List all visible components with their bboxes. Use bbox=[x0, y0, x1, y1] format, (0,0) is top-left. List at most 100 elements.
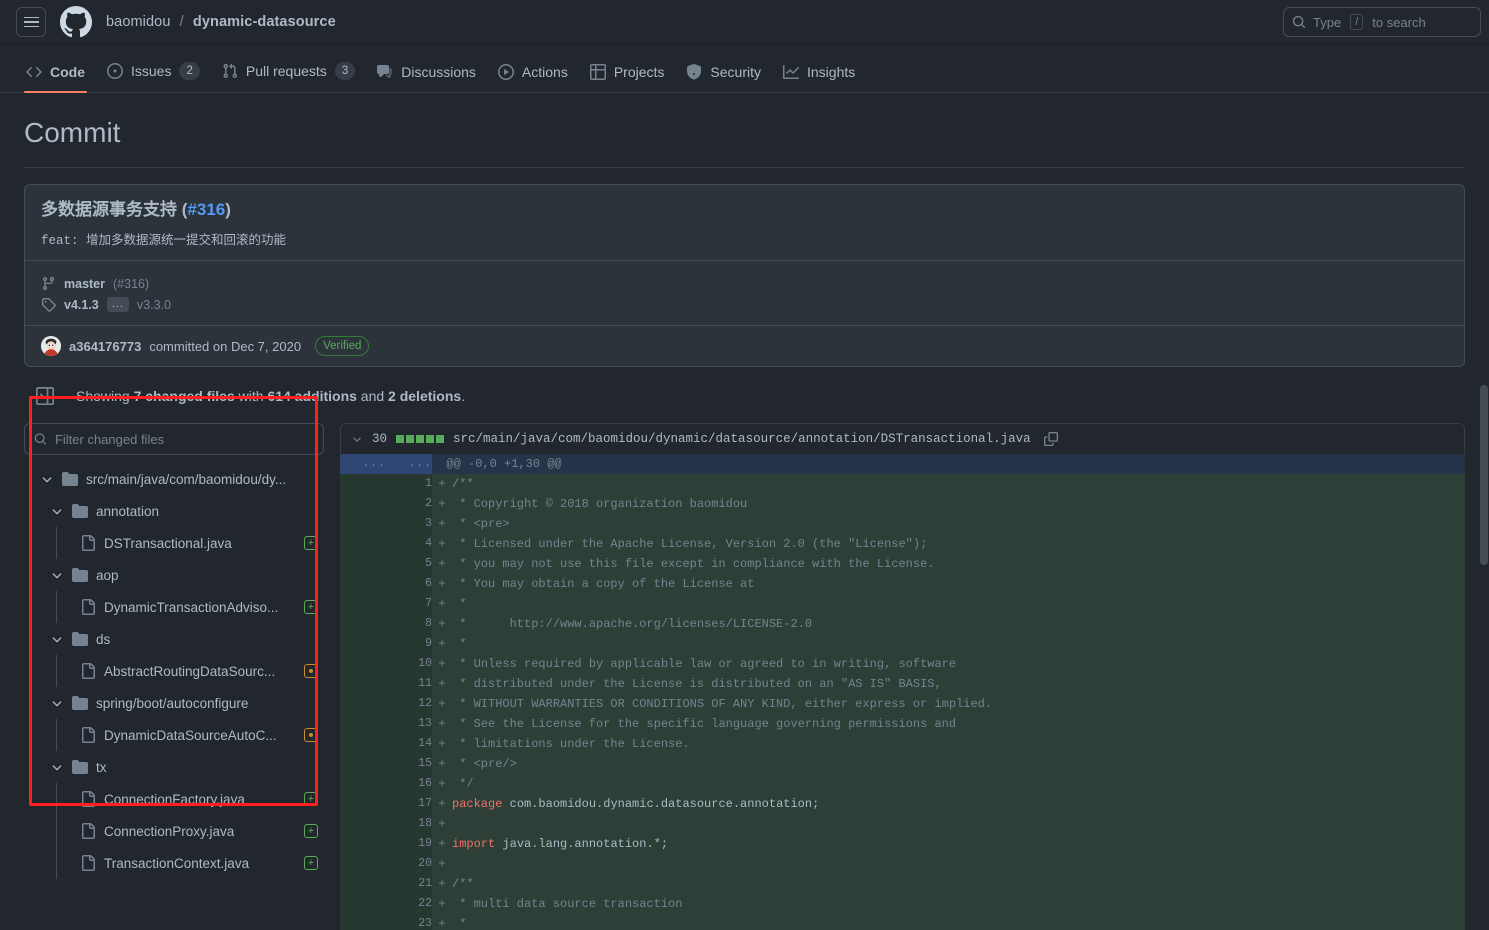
code-text: * limitations under the License. bbox=[452, 737, 690, 752]
commit-title: 多数据源事务支持 (#316) bbox=[41, 200, 231, 219]
code-text: * you may not use this file except in co… bbox=[452, 557, 935, 572]
diff-line: 7 + * bbox=[340, 594, 1465, 615]
code-text: * bbox=[452, 637, 467, 652]
tab-insights[interactable]: Insights bbox=[773, 64, 865, 92]
tree-guide-line bbox=[56, 655, 57, 688]
diff-line: 16 + */ bbox=[340, 774, 1465, 795]
tab-insights-label: Insights bbox=[807, 64, 856, 80]
diff-line-content: + * Copyright © 2018 organization baomid… bbox=[432, 494, 1465, 515]
diff-line-content: + * bbox=[432, 634, 1465, 655]
tree-folder-annotation[interactable]: annotation bbox=[24, 495, 324, 527]
status-badge[interactable]: Verified bbox=[315, 336, 370, 357]
tab-security[interactable]: Security bbox=[676, 64, 771, 92]
commit-refs: master (#316) v4.1.3 ... v3.3.0 bbox=[25, 260, 1464, 325]
diff-line-number-old bbox=[340, 754, 386, 775]
tree-file-transactioncontext[interactable]: TransactionContext.java + bbox=[24, 847, 324, 880]
hunk-gutter-right: ... bbox=[386, 454, 432, 475]
scrollbar-thumb[interactable] bbox=[1480, 385, 1488, 565]
tree-file-connectionfactory[interactable]: ConnectionFactory.java + bbox=[24, 783, 324, 816]
tree-guide-line bbox=[56, 591, 57, 624]
diff-line-number-old bbox=[340, 714, 386, 735]
diff-line-content: + * WITHOUT WARRANTIES OR CONDITIONS OF … bbox=[432, 694, 1465, 715]
tree-file-dynamicdatasourceautoconfiguration[interactable]: DynamicDataSourceAutoC... bbox=[24, 719, 324, 752]
code-text: * bbox=[452, 917, 467, 930]
diff-stats-text: Showing 7 changed files with 614 additio… bbox=[76, 388, 465, 404]
tree-folder-spring-boot-autoconfigure[interactable]: spring/boot/autoconfigure bbox=[24, 687, 324, 719]
diff-line-number-new: 12 bbox=[386, 694, 432, 715]
diff-line-content: + * <pre/> bbox=[432, 754, 1465, 775]
tree-folder-aop[interactable]: aop bbox=[24, 559, 324, 591]
diff-line-number-new: 20 bbox=[386, 854, 432, 875]
diff-file-path[interactable]: src/main/java/com/baomidou/dynamic/datas… bbox=[453, 432, 1031, 446]
git-pull-request-icon bbox=[223, 63, 237, 79]
copy-icon[interactable] bbox=[1043, 432, 1058, 447]
filter-input[interactable] bbox=[54, 431, 314, 447]
tree-folder-ds[interactable]: ds bbox=[24, 623, 324, 655]
diff-line-marker: + bbox=[438, 877, 446, 892]
search-input[interactable]: Type / to search bbox=[1283, 7, 1481, 37]
tab-pull-requests[interactable]: Pull requests 3 bbox=[212, 62, 365, 92]
tree-file-abstractroutingdatasource[interactable]: AbstractRoutingDataSourc... bbox=[24, 655, 324, 688]
diff-line-content: + * distributed under the License is dis… bbox=[432, 674, 1465, 695]
status-modified-icon bbox=[304, 728, 318, 743]
commit-tag-latest[interactable]: v4.1.3 bbox=[64, 298, 99, 312]
breadcrumb-repo[interactable]: dynamic-datasource bbox=[193, 14, 336, 30]
deletions-count: 2 deletions bbox=[388, 388, 462, 405]
repository-nav: Code Issues 2 Pull requests 3 Discussion… bbox=[0, 45, 1489, 93]
diff-line-number-new: 7 bbox=[386, 594, 432, 615]
diff-line-marker: + bbox=[438, 717, 446, 732]
file-tree-panel: src/main/java/com/baomidou/dy... annotat… bbox=[24, 423, 324, 880]
commit-title-text: 多数据源事务支持 bbox=[41, 200, 177, 219]
tree-file-dynamictransactionadvisor[interactable]: DynamicTransactionAdviso... + bbox=[24, 591, 324, 624]
tree-folder-root[interactable]: src/main/java/com/baomidou/dy... bbox=[24, 463, 324, 495]
diff-file-header: 30 src/main/java/com/baomidou/dynamic/da… bbox=[340, 423, 1465, 455]
file-icon bbox=[82, 599, 95, 616]
page-scrollbar[interactable] bbox=[1479, 45, 1489, 930]
commit-issue-link[interactable]: #316 bbox=[187, 200, 225, 219]
tree-folder-tx[interactable]: tx bbox=[24, 751, 324, 783]
issue-opened-icon bbox=[107, 63, 123, 79]
diff-line-content: + package com.baomidou.dynamic.datasource… bbox=[432, 794, 1465, 815]
commit-description: feat: 增加多数据源统一提交和回滚的功能 bbox=[41, 234, 287, 249]
diff-line-number-old bbox=[340, 814, 386, 835]
file-icon bbox=[82, 855, 95, 872]
tab-actions[interactable]: Actions bbox=[488, 64, 578, 92]
main-content: Commit 多数据源事务支持 (#316) feat: 增加多数据源统一提交和… bbox=[0, 93, 1489, 930]
chevron-down-icon[interactable] bbox=[351, 433, 363, 445]
diff-line-marker: + bbox=[438, 597, 446, 612]
tree-file-dstransactional[interactable]: DSTransactional.java + bbox=[24, 527, 324, 560]
avatar[interactable] bbox=[41, 336, 61, 357]
file-icon bbox=[82, 823, 95, 840]
tab-discussions[interactable]: Discussions bbox=[367, 64, 486, 92]
filter-changed-files[interactable] bbox=[24, 423, 324, 456]
tab-security-label: Security bbox=[710, 64, 761, 80]
diff-line-number-new: 9 bbox=[386, 634, 432, 655]
github-mark-icon[interactable] bbox=[60, 6, 92, 38]
commit-tag-ellipsis[interactable]: ... bbox=[106, 297, 129, 313]
diff-line: 8 + * http://www.apache.org/licenses/LICE… bbox=[340, 614, 1465, 635]
tree-guide-line bbox=[56, 527, 57, 560]
tab-issues-label: Issues bbox=[131, 63, 172, 79]
diff-line-marker: + bbox=[438, 677, 446, 692]
diff-line-number-old bbox=[340, 914, 386, 930]
diff-line-number-new: 15 bbox=[386, 754, 432, 775]
breadcrumb-owner[interactable]: baomidou bbox=[106, 14, 171, 30]
commit-branch-name[interactable]: master bbox=[64, 277, 105, 291]
file-icon bbox=[82, 727, 95, 744]
tab-pull-requests-label: Pull requests bbox=[245, 63, 327, 79]
diff-line-marker: + bbox=[438, 617, 446, 632]
code-text: * bbox=[452, 597, 467, 612]
diff-line: 11 + * distributed under the License is d… bbox=[340, 674, 1465, 695]
hamburger-icon[interactable] bbox=[16, 7, 46, 37]
sidebar-expand-icon[interactable] bbox=[36, 387, 54, 406]
tree-file-connectionproxy[interactable]: ConnectionProxy.java + bbox=[24, 815, 324, 848]
diff-change-count: 30 bbox=[372, 432, 388, 447]
tab-issues[interactable]: Issues 2 bbox=[97, 62, 210, 92]
commit-author-name[interactable]: a364176773 bbox=[69, 339, 141, 354]
commit-tag-older[interactable]: v3.3.0 bbox=[137, 298, 171, 312]
tab-projects[interactable]: Projects bbox=[580, 64, 675, 92]
tab-code[interactable]: Code bbox=[16, 64, 95, 93]
folder-icon bbox=[72, 632, 88, 647]
comment-discussion-icon bbox=[377, 65, 392, 78]
tree-file-label: DynamicDataSourceAutoC... bbox=[104, 727, 277, 743]
